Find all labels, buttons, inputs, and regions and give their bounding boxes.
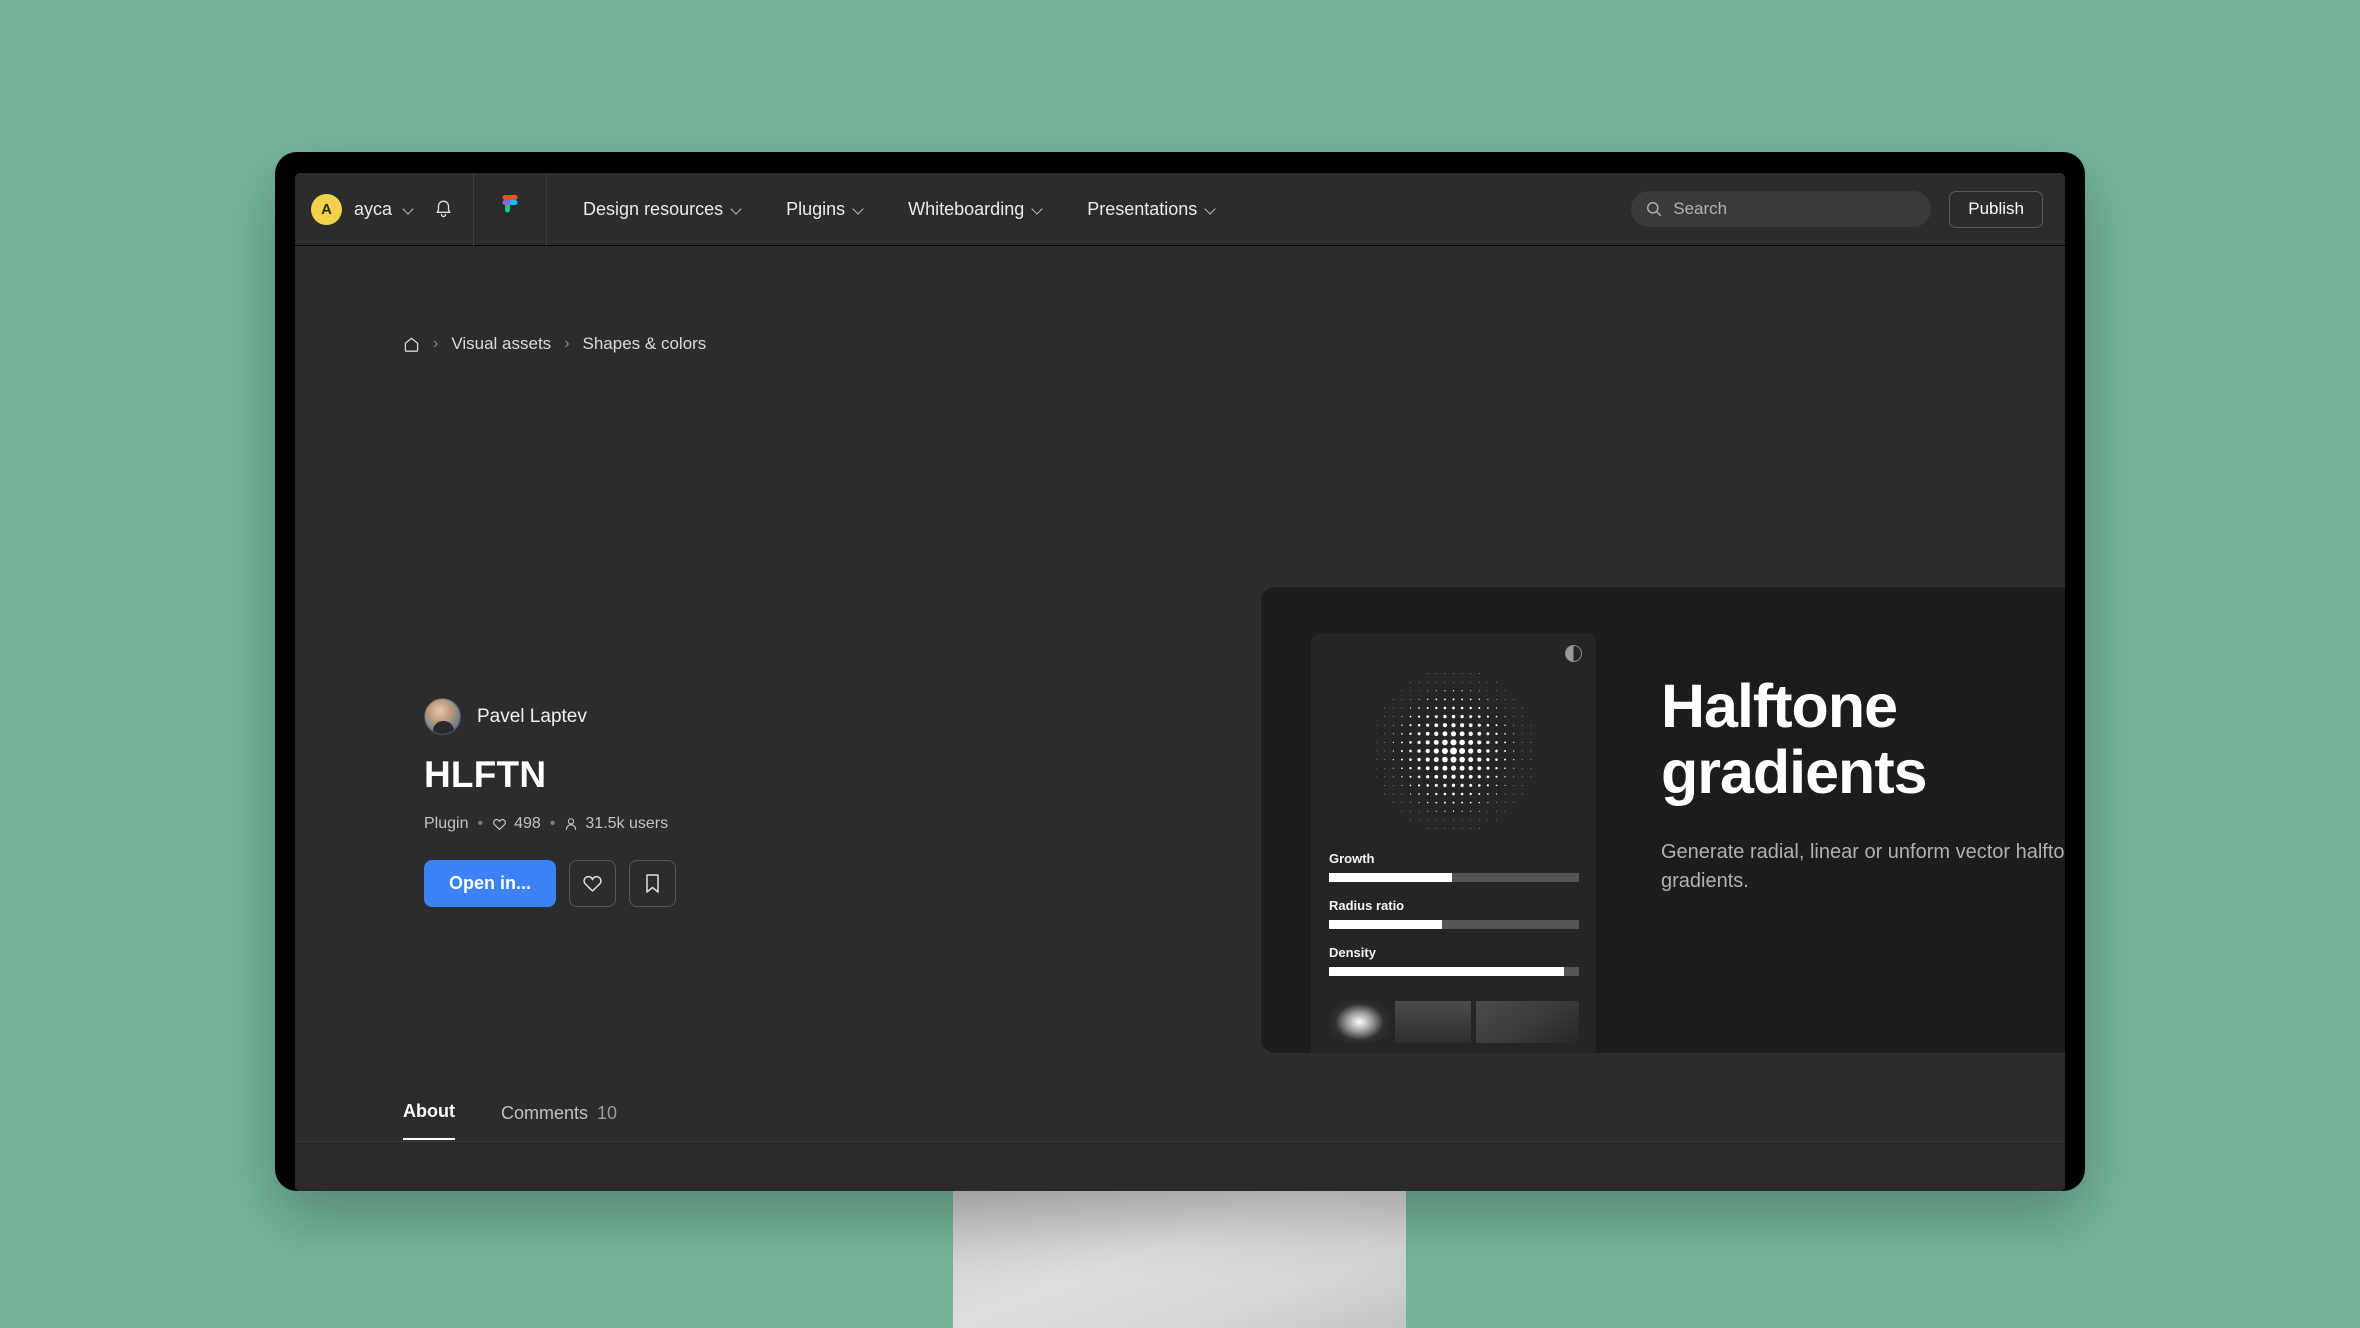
chevron-down-icon — [732, 204, 742, 214]
chevron-down-icon — [854, 204, 864, 214]
slider-label: Growth — [1329, 851, 1375, 866]
nav-label: Whiteboarding — [908, 198, 1025, 219]
slider-fill — [1329, 920, 1442, 929]
breadcrumb-separator: › — [564, 335, 570, 352]
gradient-sample-radial[interactable] — [1329, 1001, 1390, 1043]
bell-icon[interactable] — [434, 199, 453, 219]
nav-label: Plugins — [786, 198, 846, 219]
main-nav-links: Design resources Plugins Whiteboarding P… — [547, 199, 1216, 220]
gradient-sample-linear[interactable] — [1394, 1001, 1472, 1043]
plugin-ui-mockup: Growth Radius ratio Density — [1311, 633, 1596, 1053]
plugin-meta: Plugin • 498 • 31.5k users — [424, 815, 894, 833]
slider-density[interactable]: Density — [1329, 945, 1579, 976]
nav-item-design-resources[interactable]: Design resources — [583, 199, 742, 220]
chevron-down-icon — [1206, 204, 1216, 214]
nav-label: Design resources — [583, 198, 724, 219]
gradient-sample-uniform[interactable] — [1476, 1001, 1579, 1043]
slider-group: Growth Radius ratio Density — [1329, 851, 1579, 992]
slider-label: Density — [1329, 945, 1376, 960]
preview-heading-line2: gradients — [1661, 737, 1928, 806]
preview-heading: Halftone gradients — [1661, 672, 2065, 806]
tab-about[interactable]: About — [403, 1101, 455, 1140]
nav-item-presentations[interactable]: Presentations — [1087, 199, 1216, 220]
nav-label: Presentations — [1087, 198, 1198, 219]
slider-track[interactable] — [1329, 920, 1579, 929]
author-name: Pavel Laptev — [477, 705, 587, 727]
users-count: 31.5k users — [585, 815, 669, 832]
search-placeholder: Search — [1673, 199, 1728, 218]
chevron-down-icon — [404, 204, 414, 214]
tab-comments[interactable]: Comments 10 — [501, 1103, 617, 1140]
about-panel — [295, 1142, 2065, 1191]
action-buttons: Open in... — [424, 860, 894, 907]
bookmark-icon — [644, 873, 661, 894]
plugin-type-label: Plugin — [424, 815, 469, 832]
slider-track[interactable] — [1329, 873, 1579, 882]
meta-separator: • — [549, 815, 556, 832]
author-avatar — [424, 698, 461, 735]
breadcrumb-item-visual-assets[interactable]: Visual assets — [451, 334, 551, 354]
preview-subtitle: Generate radial, linear or unform vector… — [1661, 840, 2065, 892]
halftone-pattern-graphic — [1375, 673, 1532, 829]
user-name: ayca — [354, 198, 393, 219]
preview-text-block: Halftone gradients Generate radial, line… — [1661, 672, 2065, 896]
heart-icon — [582, 874, 603, 893]
monitor-stand — [953, 1183, 1406, 1328]
screen: A ayca Design resources Plugins Whiteboa… — [295, 173, 2065, 1191]
plugin-detail-column: Pavel Laptev HLFTN Plugin • 498 • 31.5k … — [424, 698, 894, 907]
breadcrumb-separator: › — [433, 335, 439, 352]
breadcrumb-item-shapes-colors[interactable]: Shapes & colors — [583, 334, 707, 354]
user-menu[interactable]: A ayca — [295, 173, 475, 246]
top-navigation-bar: A ayca Design resources Plugins Whiteboa… — [295, 173, 2065, 246]
users-meta: 31.5k users — [564, 815, 668, 833]
plugin-preview-card: Growth Radius ratio Density Halftone gra… — [1261, 587, 2065, 1053]
slider-track[interactable] — [1329, 967, 1579, 976]
breadcrumb: › Visual assets › Shapes & colors — [403, 334, 706, 354]
author-row[interactable]: Pavel Laptev — [424, 698, 894, 735]
page-title: HLFTN — [424, 754, 547, 795]
chevron-down-icon — [1033, 204, 1043, 214]
person-icon — [564, 817, 578, 831]
likes-count: 498 — [514, 815, 541, 832]
slider-fill — [1329, 967, 1564, 976]
nav-item-plugins[interactable]: Plugins — [786, 199, 864, 220]
meta-separator: • — [477, 815, 484, 832]
tab-label: Comments — [500, 1103, 589, 1123]
tab-label: About — [403, 1101, 455, 1121]
monitor-bezel: A ayca Design resources Plugins Whiteboa… — [275, 152, 2085, 1191]
search-input[interactable]: Search — [1631, 191, 1932, 227]
tab-count: 10 — [597, 1103, 618, 1123]
publish-button[interactable]: Publish — [1949, 190, 2043, 228]
slider-fill — [1329, 873, 1452, 882]
preview-heading-line1: Halftone — [1661, 672, 1898, 740]
like-button[interactable] — [569, 860, 617, 907]
topbar-right-cluster: Search Publish — [1631, 190, 2065, 228]
avatar: A — [311, 193, 342, 225]
gradient-sample-row — [1329, 1001, 1579, 1043]
open-in-button[interactable]: Open in... — [424, 860, 557, 907]
slider-radius-ratio[interactable]: Radius ratio — [1329, 898, 1579, 929]
search-icon — [1646, 201, 1662, 217]
home-icon[interactable] — [403, 336, 420, 353]
heart-icon — [492, 817, 507, 831]
nav-item-whiteboarding[interactable]: Whiteboarding — [908, 199, 1043, 220]
figma-logo-icon[interactable] — [474, 173, 548, 246]
slider-label: Radius ratio — [1329, 898, 1405, 913]
tab-bar: About Comments 10 — [403, 1101, 617, 1140]
likes-meta: 498 — [492, 815, 541, 833]
slider-growth[interactable]: Growth — [1329, 851, 1579, 882]
bookmark-button[interactable] — [629, 860, 677, 907]
